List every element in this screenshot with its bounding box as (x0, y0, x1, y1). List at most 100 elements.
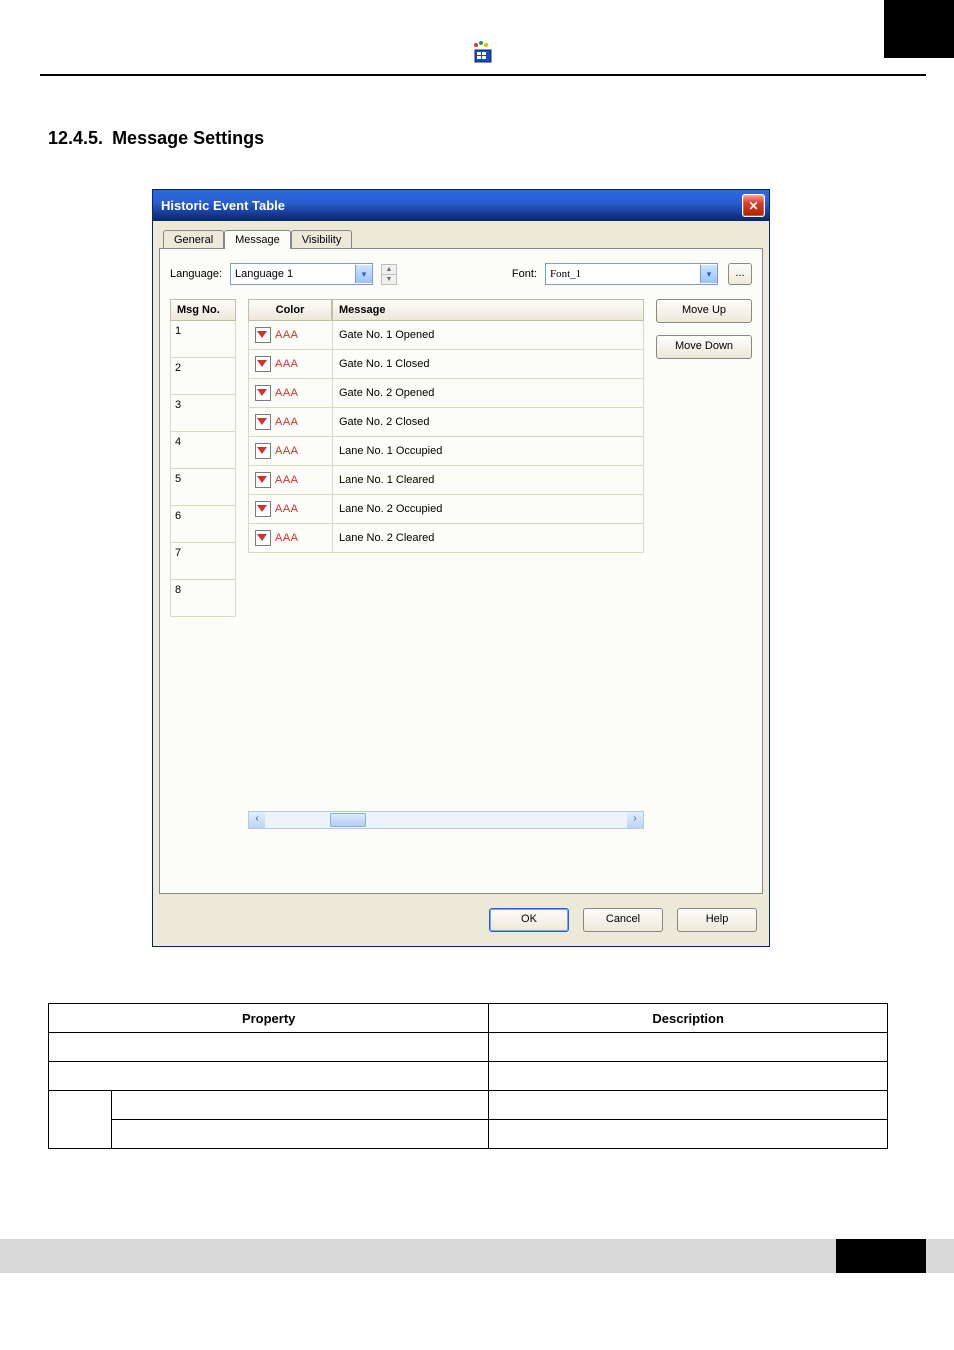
color-cell[interactable]: AAA (248, 466, 332, 494)
message-cell[interactable]: Lane No. 2 Occupied (332, 495, 644, 523)
spinner-down-icon[interactable]: ▼ (382, 275, 396, 284)
table-row[interactable]: AAA Lane No. 1 Occupied (248, 437, 644, 466)
color-cell[interactable]: AAA (248, 379, 332, 407)
table-row[interactable]: AAA Gate No. 2 Closed (248, 408, 644, 437)
color-picker-icon (255, 443, 271, 459)
color-cell[interactable]: AAA (248, 495, 332, 523)
color-picker-icon (255, 356, 271, 372)
spinner-up-icon[interactable]: ▲ (382, 265, 396, 275)
page-footer-bar (0, 1239, 954, 1273)
pd-cell (49, 1062, 489, 1091)
close-icon[interactable]: ✕ (742, 194, 765, 217)
color-sample: AAA (275, 503, 299, 515)
table-row[interactable]: AAA Lane No. 2 Cleared (248, 524, 644, 553)
color-picker-icon (255, 327, 271, 343)
message-cell[interactable]: Lane No. 1 Cleared (332, 466, 644, 494)
message-cell[interactable]: Lane No. 2 Cleared (332, 524, 644, 552)
tab-message[interactable]: Message (224, 230, 291, 249)
tab-general[interactable]: General (163, 230, 224, 249)
cancel-button[interactable]: Cancel (583, 908, 663, 932)
pd-cell (489, 1033, 888, 1062)
font-label: Font: (512, 268, 537, 280)
color-cell[interactable]: AAA (248, 524, 332, 552)
msgno-cell[interactable]: 7 (170, 543, 236, 580)
language-label: Language: (170, 268, 222, 280)
property-description-table: Property Description (48, 1003, 888, 1149)
language-dropdown[interactable]: Language 1 ▾ (230, 263, 373, 285)
chevron-down-icon: ▾ (355, 265, 372, 283)
msgno-cell[interactable]: 4 (170, 432, 236, 469)
scroll-left-icon[interactable]: ‹ (249, 812, 265, 828)
msgno-cell[interactable]: 3 (170, 395, 236, 432)
color-cell[interactable]: AAA (248, 350, 332, 378)
message-cell[interactable]: Gate No. 2 Opened (332, 379, 644, 407)
chevron-down-icon: ▾ (700, 265, 717, 283)
color-cell[interactable]: AAA (248, 321, 332, 349)
msgno-column: Msg No. 1 2 3 4 5 6 7 8 (170, 299, 236, 829)
font-value: Font_1 (550, 268, 700, 280)
tab-panel-message: Language: Language 1 ▾ ▲ ▼ Font: Font_1 … (159, 248, 763, 894)
page-header-strip (40, 0, 926, 76)
message-cell[interactable]: Lane No. 1 Occupied (332, 437, 644, 465)
message-cell[interactable]: Gate No. 2 Closed (332, 408, 644, 436)
color-sample: AAA (275, 329, 299, 341)
message-cell[interactable]: Gate No. 1 Opened (332, 321, 644, 349)
language-spinner[interactable]: ▲ ▼ (381, 264, 397, 285)
table-row[interactable]: AAA Gate No. 2 Opened (248, 379, 644, 408)
color-cell[interactable]: AAA (248, 437, 332, 465)
message-grid: Color Message AAA Gate No. 1 Opened AAA … (248, 299, 644, 829)
msgno-cell[interactable]: 5 (170, 469, 236, 506)
pd-cell (489, 1062, 888, 1091)
scroll-thumb[interactable] (330, 813, 366, 827)
horizontal-scrollbar[interactable]: ‹ › (248, 811, 644, 829)
table-row[interactable]: AAA Gate No. 1 Opened (248, 321, 644, 350)
color-cell[interactable]: AAA (248, 408, 332, 436)
color-sample: AAA (275, 474, 299, 486)
pd-cell (489, 1091, 888, 1120)
scroll-right-icon[interactable]: › (627, 812, 643, 828)
table-row[interactable]: AAA Lane No. 2 Occupied (248, 495, 644, 524)
header-black-tab (884, 0, 954, 58)
color-picker-icon (255, 414, 271, 430)
color-sample: AAA (275, 532, 299, 544)
font-browse-button[interactable]: ... (728, 263, 752, 285)
msgno-cell[interactable]: 2 (170, 358, 236, 395)
header-msgno: Msg No. (170, 299, 236, 321)
font-dropdown[interactable]: Font_1 ▾ (545, 263, 718, 285)
msgno-cell[interactable]: 1 (170, 321, 236, 358)
language-value: Language 1 (235, 268, 355, 280)
pd-cell (489, 1120, 888, 1149)
color-picker-icon (255, 385, 271, 401)
section-heading: 12.4.5. Message Settings (48, 128, 954, 149)
move-up-button[interactable]: Move Up (656, 299, 752, 323)
color-picker-icon (255, 530, 271, 546)
color-picker-icon (255, 501, 271, 517)
table-row[interactable]: AAA Gate No. 1 Closed (248, 350, 644, 379)
dialog-title: Historic Event Table (161, 198, 285, 213)
color-sample: AAA (275, 416, 299, 428)
section-number: 12.4.5. (48, 128, 103, 148)
move-down-button[interactable]: Move Down (656, 335, 752, 359)
dialog-titlebar[interactable]: Historic Event Table ✕ (153, 190, 769, 221)
color-sample: AAA (275, 387, 299, 399)
tab-visibility[interactable]: Visibility (291, 230, 353, 249)
header-property: Property (49, 1004, 489, 1033)
msgno-cell[interactable]: 6 (170, 506, 236, 543)
pd-cell (49, 1033, 489, 1062)
msgno-cell[interactable]: 8 (170, 580, 236, 617)
pd-cell (49, 1091, 112, 1149)
help-button[interactable]: Help (677, 908, 757, 932)
table-row[interactable]: AAA Lane No. 1 Cleared (248, 466, 644, 495)
dialog-tabs: General Message Visibility (159, 229, 763, 248)
pd-cell (112, 1120, 489, 1149)
close-glyph: ✕ (748, 199, 758, 213)
ok-button[interactable]: OK (489, 908, 569, 932)
header-app-icon (469, 38, 497, 66)
color-sample: AAA (275, 445, 299, 457)
dialog-historic-event-table: Historic Event Table ✕ General Message V… (152, 189, 770, 947)
dialog-footer: OK Cancel Help (159, 894, 763, 938)
footer-black-tab (836, 1239, 926, 1273)
scroll-track[interactable] (265, 812, 627, 828)
header-description: Description (489, 1004, 888, 1033)
message-cell[interactable]: Gate No. 1 Closed (332, 350, 644, 378)
